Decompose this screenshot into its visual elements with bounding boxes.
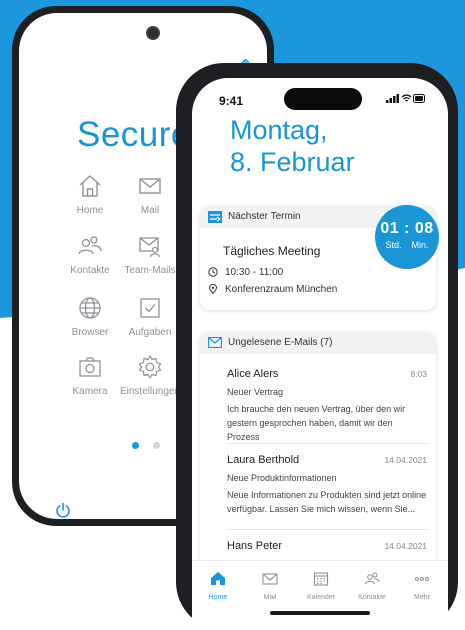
tab-label: Mail xyxy=(263,594,277,601)
card-header: Ungelesene E-Mails (7) xyxy=(200,332,436,354)
calendar-arrow-icon xyxy=(208,211,222,223)
tab-more[interactable]: Mehr xyxy=(397,571,447,601)
app-label: Einstellungen xyxy=(119,386,181,397)
app-label: Aufgaben xyxy=(128,327,172,338)
dashboard-screen: 9:41 Montag, 8. Februar Nächster Termin … xyxy=(192,78,448,630)
app-camera[interactable]: Kamera xyxy=(59,354,121,397)
contacts-icon xyxy=(78,236,102,255)
app-label: Kontakte xyxy=(70,265,110,276)
email-date: 8:03 xyxy=(410,369,427,379)
countdown-badge: 01 : 08 Std. Min. xyxy=(375,205,439,269)
email-subject: Neue Produktinformationen xyxy=(227,473,337,483)
power-icon[interactable] xyxy=(54,501,72,519)
app-mail[interactable]: Mail xyxy=(119,173,181,216)
home-icon xyxy=(211,572,225,585)
date-day: 8. Februar xyxy=(230,147,355,177)
tab-label: Home xyxy=(208,594,228,601)
more-icon xyxy=(415,577,429,581)
meeting-time-row: 10:30 - 11:00 xyxy=(208,267,283,278)
page-dot[interactable] xyxy=(153,442,160,449)
home-indicator[interactable] xyxy=(270,611,370,615)
meeting-location-row: Konferenzraum München xyxy=(208,284,337,295)
card-header-label: Nächster Termin xyxy=(228,211,301,222)
countdown-time: 01 : 08 xyxy=(380,220,434,237)
app-home[interactable]: Home xyxy=(59,173,121,216)
status-time: 9:41 xyxy=(219,94,244,108)
app-team-mails[interactable]: Team-Mails xyxy=(119,233,181,276)
app-settings[interactable]: Einstellungen xyxy=(119,354,181,397)
tab-label: Kalender xyxy=(306,594,336,601)
tab-label: Mehr xyxy=(414,594,430,601)
date-heading: Montag, 8. Februar xyxy=(230,114,355,178)
divider xyxy=(227,529,428,530)
team-mail-icon xyxy=(139,237,161,258)
gear-icon xyxy=(138,355,162,379)
mail-icon xyxy=(208,337,222,348)
mail-icon xyxy=(139,178,161,194)
email-preview: Neue Informationen zu Produkten sind jet… xyxy=(227,488,427,516)
calendar-icon xyxy=(313,572,329,586)
email-preview: Ich brauche den neuen Vertrag, über den … xyxy=(227,402,427,444)
checkbox-icon xyxy=(140,298,160,318)
app-label: Browser xyxy=(71,327,109,338)
tab-calendar[interactable]: Kalender xyxy=(296,571,346,601)
countdown-units: Std. Min. xyxy=(385,240,429,250)
contacts-icon xyxy=(365,572,380,585)
tab-contacts[interactable]: Kontakte xyxy=(347,571,397,601)
email-preview-line: Ich brauche den neuen Vertrag, über den … xyxy=(227,404,406,414)
status-icons xyxy=(386,94,425,103)
email-item[interactable]: Alice Alers 8:03 Neuer Vertrag Ich brauc… xyxy=(227,368,427,444)
tab-label: Kontakte xyxy=(358,594,386,601)
camera-lens xyxy=(146,26,160,40)
home-icon xyxy=(79,175,101,197)
tab-home[interactable]: Home xyxy=(193,571,243,601)
meeting-location: Konferenzraum München xyxy=(225,284,338,295)
tab-bar: Home Mail Kalender Kontakte Mehr xyxy=(192,560,448,630)
email-preview-line: verfügbar. Lassen Sie mich wissen, wenn … xyxy=(227,504,416,514)
divider xyxy=(227,443,428,444)
meeting-title: Tägliches Meeting xyxy=(223,244,321,258)
email-sender: Alice Alers xyxy=(227,368,279,380)
mail-icon xyxy=(262,573,278,585)
page-dot-active[interactable] xyxy=(132,442,139,449)
app-browser[interactable]: Browser xyxy=(59,295,121,338)
tab-mail[interactable]: Mail xyxy=(245,571,295,601)
clock-icon xyxy=(208,267,218,278)
email-date: 14.04.2021 xyxy=(384,541,427,551)
email-preview-line: Neue Informationen zu Produkten sind jet… xyxy=(227,490,427,500)
card-header-label: Ungelesene E-Mails (7) xyxy=(228,337,333,348)
app-tasks[interactable]: Aufgaben xyxy=(119,295,181,338)
app-label: Kamera xyxy=(72,386,108,397)
dynamic-island xyxy=(284,88,362,110)
app-label: Mail xyxy=(140,205,160,216)
app-label: Home xyxy=(76,205,104,216)
email-item[interactable]: Hans Peter 14.04.2021 xyxy=(227,540,427,552)
email-preview-line: gestern gesprochen haben, damit wir den … xyxy=(227,418,393,442)
globe-icon xyxy=(79,297,101,319)
meeting-time: 10:30 - 11:00 xyxy=(225,267,284,278)
camera-icon xyxy=(79,357,101,377)
location-pin-icon xyxy=(208,284,218,295)
app-label: Team-Mails xyxy=(124,265,176,276)
email-item[interactable]: Laura Berthold 14.04.2021 Neue Produktin… xyxy=(227,454,427,516)
app-contacts[interactable]: Kontakte xyxy=(59,233,121,276)
email-subject: Neuer Vertrag xyxy=(227,387,284,397)
date-weekday: Montag, xyxy=(230,115,328,145)
email-date: 14.04.2021 xyxy=(384,455,427,465)
